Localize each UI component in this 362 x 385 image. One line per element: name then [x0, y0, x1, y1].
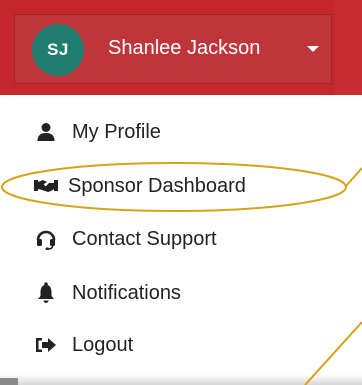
- bell-icon: [34, 281, 58, 305]
- menu-item-label: My Profile: [72, 120, 161, 143]
- chevron-down-icon[interactable]: [307, 46, 319, 52]
- menu-item-label: Sponsor Dashboard: [68, 174, 246, 197]
- avatar[interactable]: SJ: [32, 24, 84, 76]
- menu-item-logout[interactable]: Logout: [34, 328, 133, 362]
- menu-item-label: Logout: [72, 333, 134, 356]
- user-icon: [34, 120, 58, 144]
- menu-item-my-profile[interactable]: My Profile: [34, 115, 161, 149]
- shadow-edge: [0, 378, 18, 385]
- headset-icon: [34, 227, 58, 251]
- header-right-edge: [335, 0, 362, 95]
- menu-item-notifications[interactable]: Notifications: [34, 276, 181, 310]
- menu-item-sponsor-dashboard[interactable]: Sponsor Dashboard: [34, 169, 246, 203]
- handshake-icon: [34, 174, 58, 198]
- user-name[interactable]: Shanlee Jackson: [108, 36, 260, 60]
- sign-out-icon: [34, 333, 58, 357]
- menu-item-contact-support[interactable]: Contact Support: [34, 222, 217, 256]
- menu-item-label: Contact Support: [72, 227, 217, 250]
- menu-bottom-shadow: [0, 374, 362, 385]
- menu-item-label: Notifications: [72, 281, 181, 304]
- avatar-initials: SJ: [47, 40, 69, 59]
